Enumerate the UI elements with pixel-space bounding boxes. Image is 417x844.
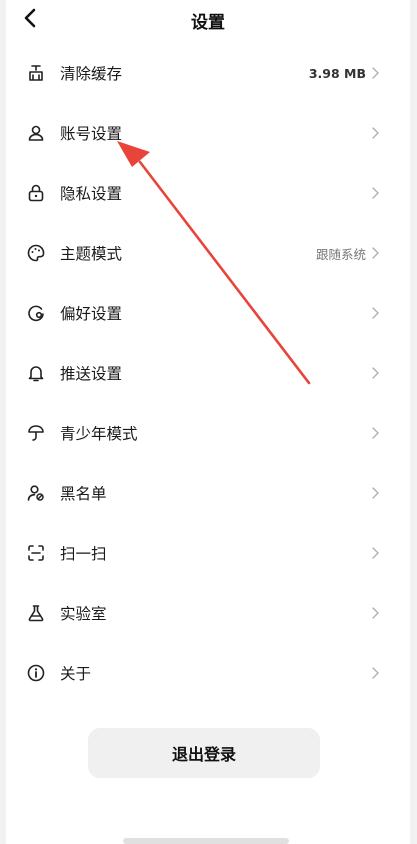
blocked-user-icon [26, 483, 46, 503]
settings-item-scan[interactable]: 扫一扫 [6, 523, 410, 583]
chevron-right-icon [370, 426, 380, 440]
settings-item-teen-mode[interactable]: 青少年模式 [6, 403, 410, 463]
chevron-right-icon [370, 246, 380, 260]
settings-item-lab[interactable]: 实验室 [6, 583, 410, 643]
bell-icon [26, 363, 46, 383]
settings-item-label: 实验室 [60, 605, 107, 623]
settings-item-privacy[interactable]: 隐私设置 [6, 163, 410, 223]
user-icon [26, 123, 46, 143]
settings-item-clear-cache[interactable]: 清除缓存 3.98 MB [6, 43, 410, 103]
settings-item-push[interactable]: 推送设置 [6, 343, 410, 403]
sprout-icon [26, 423, 46, 443]
logout-button[interactable]: 退出登录 [88, 728, 320, 778]
settings-item-blacklist[interactable]: 黑名单 [6, 463, 410, 523]
settings-item-account[interactable]: 账号设置 [6, 103, 410, 163]
chevron-right-icon [370, 126, 380, 140]
settings-item-label: 黑名单 [60, 485, 107, 503]
chevron-right-icon [370, 546, 380, 560]
theme-mode-value: 跟随系统 [315, 246, 366, 262]
chevron-right-icon [370, 186, 380, 200]
chevron-right-icon [370, 486, 380, 500]
settings-item-label: 关于 [60, 665, 92, 683]
chevron-right-icon [370, 606, 380, 620]
cache-size-value: 3.98 MB [308, 65, 366, 81]
settings-item-label: 偏好设置 [60, 305, 123, 323]
settings-screen: 设置 清除缓存 3.98 MB 账号设置 隐私设置 主题模式 跟随系统 偏好设置… [6, 0, 410, 844]
broom-icon [26, 63, 46, 83]
chevron-right-icon [370, 66, 380, 80]
settings-item-label: 推送设置 [60, 365, 123, 383]
settings-item-label: 隐私设置 [60, 185, 123, 203]
settings-item-theme[interactable]: 主题模式 跟随系统 [6, 223, 410, 283]
settings-item-preferences[interactable]: 偏好设置 [6, 283, 410, 343]
home-indicator [123, 838, 289, 844]
flask-icon [26, 603, 46, 623]
settings-item-about[interactable]: 关于 [6, 643, 410, 703]
chevron-right-icon [370, 666, 380, 680]
header: 设置 [6, 0, 410, 38]
settings-item-label: 主题模式 [60, 245, 123, 263]
palette-icon [26, 243, 46, 263]
settings-item-label: 扫一扫 [60, 545, 107, 563]
settings-item-label: 清除缓存 [60, 65, 123, 83]
lock-icon [26, 183, 46, 203]
settings-item-label: 青少年模式 [60, 425, 138, 443]
settings-list: 清除缓存 3.98 MB 账号设置 隐私设置 主题模式 跟随系统 偏好设置 推送… [6, 43, 410, 703]
preference-icon [26, 303, 46, 323]
chevron-right-icon [370, 366, 380, 380]
info-icon [26, 663, 46, 683]
settings-item-label: 账号设置 [60, 125, 123, 143]
chevron-right-icon [370, 306, 380, 320]
page-title: 设置 [191, 13, 225, 33]
scan-icon [26, 543, 46, 563]
